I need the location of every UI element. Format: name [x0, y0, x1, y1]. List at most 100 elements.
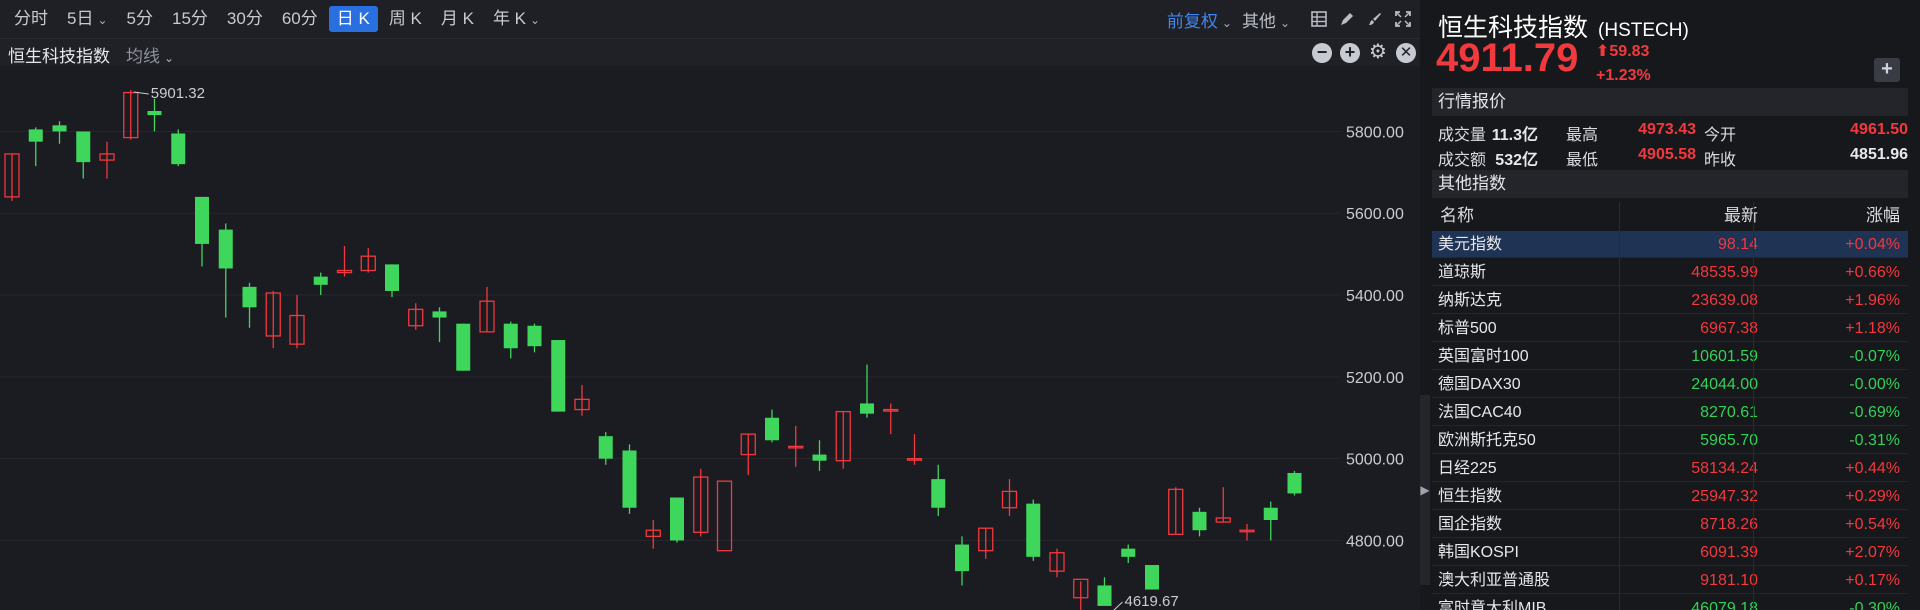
index-row-change: +1.18%: [1845, 320, 1900, 337]
ma-dropdown[interactable]: 均线 ⌄: [126, 42, 174, 67]
index-row[interactable]: 法国CAC40 8270.61 -0.69%: [1432, 399, 1908, 426]
index-row[interactable]: 富时意大利MIB 46079.18 -0.30%: [1432, 595, 1908, 610]
period-tab[interactable]: 月 K: [433, 6, 482, 32]
period-tab[interactable]: 5日 ⌄: [59, 6, 116, 32]
index-row[interactable]: 欧洲斯托克50 5965.70 -0.31%: [1432, 427, 1908, 454]
gear-icon[interactable]: ⚙: [1368, 42, 1388, 63]
index-row-name: 德国DAX30: [1438, 376, 1521, 393]
index-row-change: +0.66%: [1845, 264, 1900, 281]
pen-icon[interactable]: [1336, 8, 1358, 30]
indices-table-header: 名称 最新 涨幅: [1432, 202, 1908, 230]
chart-subbar: 恒生科技指数 均线 ⌄ − + ⚙ ✕: [0, 38, 1420, 66]
candle-down: [28, 129, 43, 142]
chevron-down-icon: ⌄: [97, 13, 108, 27]
chevron-down-icon: ⌄: [164, 51, 175, 65]
index-row-price: 6967.38: [1700, 320, 1758, 337]
index-row-price: 23639.08: [1691, 292, 1758, 309]
candle-down: [76, 131, 91, 163]
period-tab[interactable]: 30分: [219, 6, 271, 32]
low-label: 最低: [1566, 152, 1599, 169]
index-row[interactable]: 国企指数 8718.26 +0.54%: [1432, 511, 1908, 538]
chart-controls: − + ⚙ ✕: [1312, 42, 1424, 63]
low-value: 4905.58: [1638, 146, 1696, 163]
index-row-price: 25947.32: [1691, 488, 1758, 505]
index-row-name: 标普500: [1438, 320, 1497, 337]
toolbar-right: 前复权 ⌄ 其他 ⌄: [1167, 0, 1420, 38]
index-row[interactable]: 日经225 58134.24 +0.44%: [1432, 455, 1908, 482]
index-row[interactable]: 标普500 6967.38 +1.18%: [1432, 315, 1908, 342]
prev-close-label: 昨收: [1704, 152, 1737, 169]
layout-grid-icon[interactable]: [1308, 8, 1330, 30]
index-row-name: 欧洲斯托克50: [1438, 432, 1536, 449]
candle-down: [622, 450, 637, 508]
candle-down: [195, 196, 209, 244]
period-tab[interactable]: 日 K: [328, 6, 378, 32]
candle-down: [1287, 472, 1302, 494]
period-tab[interactable]: 周 K: [381, 6, 430, 32]
zoom-out-icon[interactable]: −: [1312, 43, 1332, 63]
index-row[interactable]: 澳大利亚普通股 9181.10 +0.17%: [1432, 567, 1908, 594]
index-row-price: 5965.70: [1700, 432, 1758, 449]
index-row-change: +0.17%: [1845, 572, 1900, 589]
index-row-change: +0.29%: [1845, 488, 1900, 505]
period-tab-label: 日 K: [336, 9, 370, 28]
period-tab[interactable]: 年 K ⌄: [485, 6, 548, 32]
period-tab-label: 月 K: [440, 9, 474, 28]
index-row-name: 韩国KOSPI: [1438, 544, 1519, 561]
price-annotation: 4619.67: [1125, 593, 1179, 610]
add-watchlist-button[interactable]: +: [1874, 58, 1900, 82]
index-row[interactable]: 美元指数 98.14 +0.04%: [1432, 231, 1908, 258]
col-pct-header: 涨幅: [1866, 206, 1900, 225]
chevron-down-icon: ⌄: [1221, 15, 1232, 30]
index-row[interactable]: 纳斯达克 23639.08 +1.96%: [1432, 287, 1908, 314]
other-dropdown[interactable]: 其他 ⌄: [1242, 7, 1290, 32]
collapse-panel-toggle[interactable]: ▶: [1420, 395, 1430, 585]
candlestick-chart[interactable]: 4800.00 5000.00 5200.00 5400.00 5600.00 5800.…: [0, 66, 1420, 610]
index-row-price: 6091.39: [1700, 544, 1758, 561]
candle-down: [503, 323, 518, 349]
candle-down: [765, 417, 779, 441]
period-tab[interactable]: 15分: [164, 6, 216, 32]
adjust-dropdown[interactable]: 前复权 ⌄: [1167, 7, 1232, 32]
index-row[interactable]: 恒生指数 25947.32 +0.29%: [1432, 483, 1908, 510]
candle-down: [860, 403, 874, 414]
candle-down: [670, 497, 684, 541]
candle-down: [527, 325, 542, 347]
zoom-in-icon[interactable]: +: [1340, 43, 1360, 63]
index-row-name: 道琼斯: [1438, 264, 1487, 281]
volume-value: 11.3亿: [1491, 127, 1538, 144]
period-tab-label: 60分: [281, 9, 318, 28]
adjust-label: 前复权: [1166, 11, 1218, 31]
other-indices-header: 其他指数: [1432, 170, 1908, 198]
period-toolbar: 分时 5日 ⌄ 5分 15分 30分 60分日 K周 K月 K年 K ⌄ 前复权 ⌄ 其他 ⌄: [0, 0, 1420, 38]
y-tick-label: 4800.00: [1346, 533, 1404, 550]
index-row-name: 富时意大利MIB: [1438, 600, 1547, 610]
prev-close-value: 4851.96: [1850, 146, 1908, 163]
close-icon[interactable]: ✕: [1396, 43, 1416, 63]
period-tab-label: 分时: [14, 9, 48, 28]
chevron-down-icon: ⌄: [530, 13, 541, 27]
candle-down: [1097, 585, 1112, 606]
index-row-price: 46079.18: [1691, 600, 1758, 610]
candle-down: [242, 286, 257, 308]
brush-icon[interactable]: [1364, 8, 1386, 30]
index-row[interactable]: 英国富时100 10601.59 -0.07%: [1432, 343, 1908, 370]
fullscreen-icon[interactable]: [1392, 8, 1414, 30]
index-row-name: 纳斯达克: [1438, 292, 1503, 309]
candle-down: [1121, 548, 1136, 557]
index-row-change: +0.04%: [1845, 236, 1900, 253]
index-row-price: 8270.61: [1700, 404, 1758, 421]
index-row-name: 恒生指数: [1438, 488, 1503, 505]
candle-down: [147, 110, 162, 116]
index-row[interactable]: 韩国KOSPI 6091.39 +2.07%: [1432, 539, 1908, 566]
index-row[interactable]: 德国DAX30 24044.00 -0.00%: [1432, 371, 1908, 398]
high-value: 4973.43: [1638, 121, 1696, 138]
price-change: ⬆59.83 +1.23%: [1596, 40, 1651, 88]
period-tab[interactable]: 5分: [119, 6, 161, 32]
candle-down: [313, 276, 328, 285]
period-tab[interactable]: 60分: [274, 6, 326, 32]
quote-row-2: 成交额 532亿 最低 4905.58 昨收 4851.96: [1438, 146, 1908, 172]
up-arrow-icon: ⬆: [1596, 43, 1610, 60]
period-tab[interactable]: 分时: [6, 6, 56, 32]
index-row[interactable]: 道琼斯 48535.99 +0.66%: [1432, 259, 1908, 286]
